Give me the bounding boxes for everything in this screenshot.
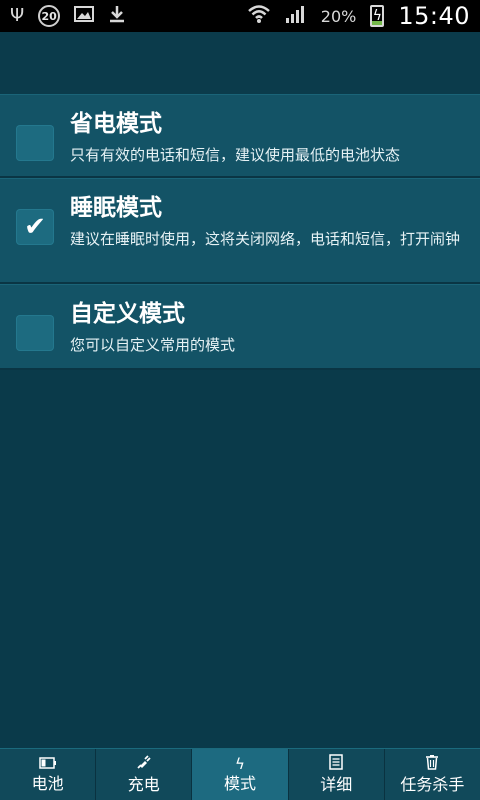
tab-task-killer[interactable]: 任务杀手 <box>384 749 480 800</box>
checkbox-power-saving[interactable] <box>16 125 54 161</box>
mode-text: 睡眠模式 建议在睡眠时使用，这将关闭网络，电话和短信，打开闹钟 <box>70 193 464 270</box>
mode-item-power-saving[interactable]: 省电模式 只有有效的电话和短信，建议使用最低的电池状态 <box>0 94 480 178</box>
tab-label: 模式 <box>224 773 257 793</box>
tab-label: 详细 <box>320 774 353 794</box>
image-icon <box>74 6 95 26</box>
tab-details[interactable]: 详细 <box>288 749 385 800</box>
battery-percent: 20% <box>320 6 357 26</box>
mode-title: 睡眠模式 <box>70 195 162 221</box>
mode-item-custom[interactable]: 自定义模式 您可以自定义常用的模式 <box>0 284 480 370</box>
mode-description: 建议在睡眠时使用，这将关闭网络，电话和短信，打开闹钟 <box>70 230 461 248</box>
bottom-nav: 电池 充电 ϟ 模式 详细 任务杀手 <box>0 748 480 800</box>
signal-icon <box>285 4 307 28</box>
tab-label: 充电 <box>127 774 160 794</box>
mode-description: 只有有效的电话和短信，建议使用最低的电池状态 <box>70 146 401 164</box>
checkbox-sleep[interactable]: ✔ <box>16 209 54 245</box>
header-area <box>0 32 480 94</box>
status-bar-left: Ψ 20 <box>10 5 126 27</box>
battery-charging-icon: ϟ <box>370 5 385 27</box>
plug-icon <box>136 754 152 774</box>
mode-item-sleep[interactable]: ✔ 睡眠模式 建议在睡眠时使用，这将关闭网络，电话和短信，打开闹钟 <box>0 178 480 284</box>
notification-count-badge: 20 <box>38 5 61 27</box>
tab-label: 任务杀手 <box>400 774 465 794</box>
mode-text: 省电模式 只有有效的电话和短信，建议使用最低的电池状态 <box>70 109 464 164</box>
battery-icon <box>38 755 57 773</box>
clock: 15:40 <box>398 2 470 30</box>
status-bar-right: 20% ϟ 15:40 <box>247 2 470 30</box>
tab-mode[interactable]: ϟ 模式 <box>192 749 289 800</box>
wifi-icon <box>247 4 271 28</box>
bolt-icon: ϟ <box>235 754 245 773</box>
mode-text: 自定义模式 您可以自定义常用的模式 <box>70 299 464 356</box>
trash-icon <box>425 754 439 774</box>
tab-battery[interactable]: 电池 <box>0 749 97 800</box>
status-bar: Ψ 20 20% ϟ 15:40 <box>0 0 480 32</box>
mode-title: 省电模式 <box>70 111 162 137</box>
checkbox-custom[interactable] <box>16 315 54 351</box>
checkmark-icon: ✔ <box>24 212 46 242</box>
document-icon <box>329 753 343 774</box>
mode-title: 自定义模式 <box>70 301 185 327</box>
mode-list: 省电模式 只有有效的电话和短信，建议使用最低的电池状态 ✔ 睡眠模式 建议在睡眠… <box>0 94 480 370</box>
usb-icon: Ψ <box>10 5 25 26</box>
tab-charging[interactable]: 充电 <box>96 749 193 800</box>
mode-description: 您可以自定义常用的模式 <box>70 336 236 354</box>
download-icon <box>108 5 126 27</box>
tab-label: 电池 <box>31 773 64 793</box>
